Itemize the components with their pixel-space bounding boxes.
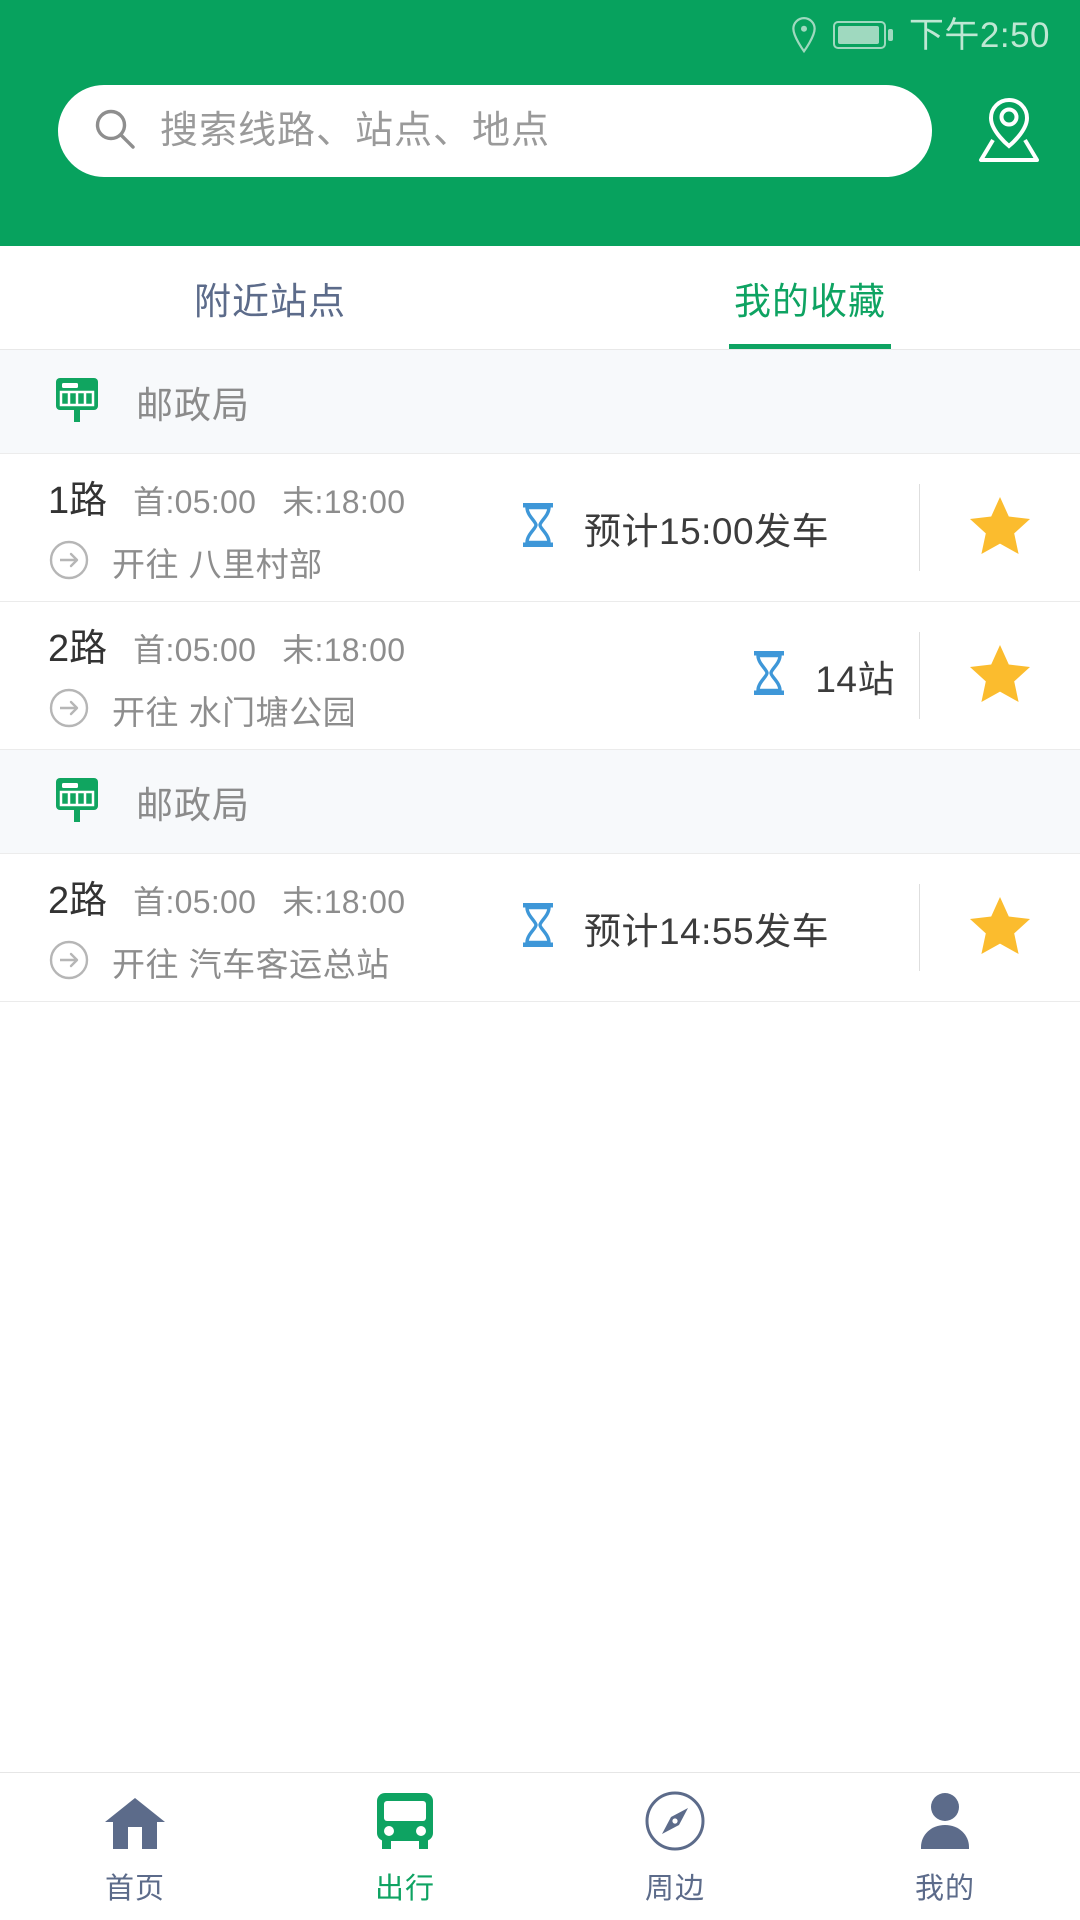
compass-icon xyxy=(643,1787,707,1853)
nav-item-home[interactable]: 首页 xyxy=(0,1773,270,1920)
route-direction: 开往 水门塘公园 xyxy=(48,686,518,734)
app-screen: 下午2:50 搜索线路、站点、地点 附近站点 我的收藏 邮政局 1路 首:05:… xyxy=(0,0,1080,1920)
person-icon xyxy=(913,1787,977,1853)
search-input[interactable]: 搜索线路、站点、地点 xyxy=(58,85,932,177)
app-header: 下午2:50 搜索线路、站点、地点 xyxy=(0,0,1080,246)
route-schedule: 2路 首:05:00 末:18:00 xyxy=(48,617,518,672)
status-bar-time: 下午2:50 xyxy=(908,15,1050,55)
route-eta-text: 14站 xyxy=(815,658,895,700)
tab-nearby-stations[interactable]: 附近站点 xyxy=(0,246,540,349)
arrow-right-circle-icon xyxy=(48,687,90,734)
route-first-time: 首:05:00 xyxy=(133,632,257,668)
favorites-list: 邮政局 1路 首:05:00 末:18:00 开往 八里村部 预计15:00发车… xyxy=(0,350,1080,1772)
bus-icon xyxy=(373,1787,437,1853)
nav-item-nearby[interactable]: 周边 xyxy=(540,1773,810,1920)
nav-item-profile-label: 我的 xyxy=(914,1872,975,1905)
station-name: 邮政局 xyxy=(136,384,250,426)
route-direction: 开往 汽车客运总站 xyxy=(48,938,518,986)
search-placeholder: 搜索线路、站点、地点 xyxy=(160,110,551,152)
route-last-time: 末:18:00 xyxy=(282,484,406,520)
nav-item-profile[interactable]: 我的 xyxy=(810,1773,1080,1920)
station-header[interactable]: 邮政局 xyxy=(0,750,1080,854)
star-filled-icon xyxy=(969,895,1031,960)
map-location-icon xyxy=(968,88,1050,175)
route-eta: 14站 xyxy=(518,602,919,749)
route-first-time: 首:05:00 xyxy=(133,484,257,520)
route-number: 1路 xyxy=(48,480,108,522)
route-last-time: 末:18:00 xyxy=(282,632,406,668)
route-eta-text: 预计14:55发车 xyxy=(584,910,830,952)
hourglass-icon xyxy=(749,648,789,703)
search-row: 搜索线路、站点、地点 xyxy=(0,85,1080,177)
star-filled-icon xyxy=(969,643,1031,708)
route-first-time: 首:05:00 xyxy=(133,884,257,920)
arrow-right-circle-icon xyxy=(48,939,90,986)
route-info: 2路 首:05:00 末:18:00 开往 水门塘公园 xyxy=(48,602,518,749)
tab-my-favorites[interactable]: 我的收藏 xyxy=(540,246,1080,349)
bottom-navigation: 首页 出行 周边 我的 xyxy=(0,1772,1080,1920)
route-destination: 开往 水门塘公园 xyxy=(112,694,357,731)
hourglass-icon xyxy=(518,500,558,555)
nav-item-travel-label: 出行 xyxy=(374,1872,435,1905)
station-header[interactable]: 邮政局 xyxy=(0,350,1080,454)
route-info: 1路 首:05:00 末:18:00 开往 八里村部 xyxy=(48,454,518,601)
route-direction: 开往 八里村部 xyxy=(48,538,518,586)
route-number: 2路 xyxy=(48,628,108,670)
route-destination: 开往 八里村部 xyxy=(112,546,323,583)
route-number: 2路 xyxy=(48,880,108,922)
arrow-right-circle-icon xyxy=(48,539,90,586)
bus-stop-sign-icon xyxy=(48,370,106,433)
tab-my-favorites-label: 我的收藏 xyxy=(734,280,886,322)
tab-nearby-stations-label: 附近站点 xyxy=(194,280,346,322)
map-location-button[interactable] xyxy=(966,88,1052,174)
route-schedule: 2路 首:05:00 末:18:00 xyxy=(48,869,518,924)
nav-item-nearby-label: 周边 xyxy=(644,1872,705,1905)
star-filled-icon xyxy=(969,495,1031,560)
status-bar: 下午2:50 xyxy=(0,0,1080,70)
route-row[interactable]: 2路 首:05:00 末:18:00 开往 汽车客运总站 预计14:55发车 xyxy=(0,854,1080,1002)
route-last-time: 末:18:00 xyxy=(282,884,406,920)
route-eta-text: 预计15:00发车 xyxy=(584,510,830,552)
route-destination: 开往 汽车客运总站 xyxy=(112,946,390,983)
route-info: 2路 首:05:00 末:18:00 开往 汽车客运总站 xyxy=(48,854,518,1001)
favorite-button[interactable] xyxy=(920,454,1080,601)
bus-stop-sign-icon xyxy=(48,770,106,833)
home-icon xyxy=(103,1787,167,1853)
route-eta: 预计15:00发车 xyxy=(518,454,919,601)
route-row[interactable]: 2路 首:05:00 末:18:00 开往 水门塘公园 14站 xyxy=(0,602,1080,750)
location-pin-icon xyxy=(789,16,819,54)
hourglass-icon xyxy=(518,900,558,955)
favorite-button[interactable] xyxy=(920,602,1080,749)
search-icon xyxy=(92,106,138,157)
battery-icon xyxy=(832,19,895,51)
route-row[interactable]: 1路 首:05:00 末:18:00 开往 八里村部 预计15:00发车 xyxy=(0,454,1080,602)
station-name: 邮政局 xyxy=(136,784,250,826)
favorite-button[interactable] xyxy=(920,854,1080,1001)
nav-item-home-label: 首页 xyxy=(104,1872,165,1905)
nav-item-travel[interactable]: 出行 xyxy=(270,1773,540,1920)
tab-bar: 附近站点 我的收藏 xyxy=(0,246,1080,350)
route-schedule: 1路 首:05:00 末:18:00 xyxy=(48,469,518,524)
route-eta: 预计14:55发车 xyxy=(518,854,919,1001)
